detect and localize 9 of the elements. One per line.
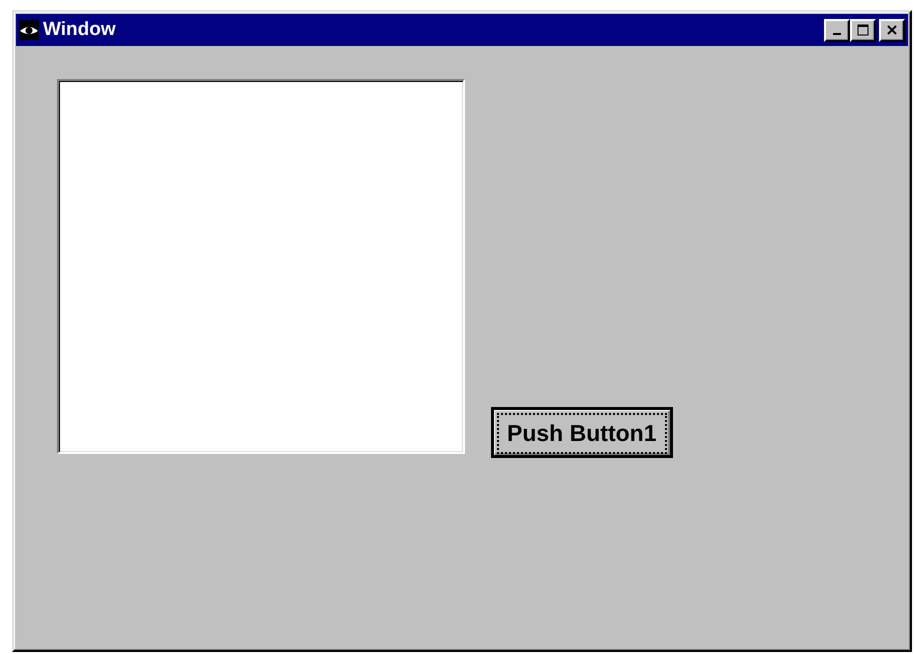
close-icon: [886, 24, 898, 36]
minimize-button[interactable]: [824, 18, 850, 42]
minimize-icon: [833, 33, 841, 35]
window-title: Window: [43, 19, 116, 41]
eye-icon: [19, 20, 39, 40]
maximize-button[interactable]: [850, 18, 876, 42]
maximize-icon: [857, 24, 869, 36]
push-button[interactable]: Push Button1: [491, 407, 672, 458]
close-button[interactable]: [879, 18, 905, 42]
